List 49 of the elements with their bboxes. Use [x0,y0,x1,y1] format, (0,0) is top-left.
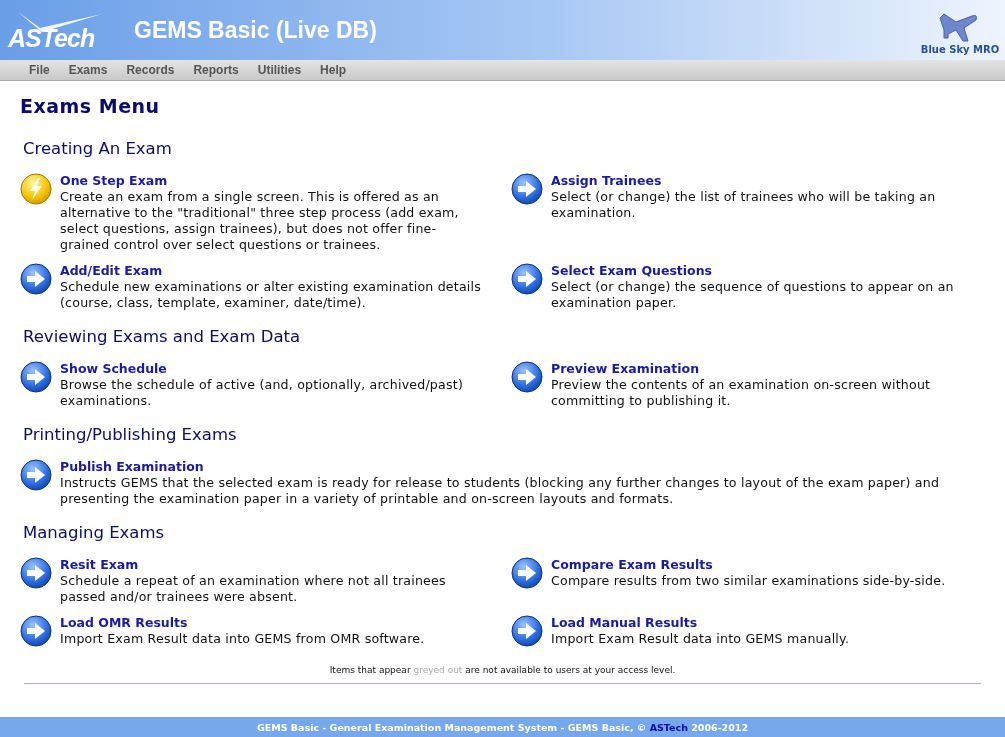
item-description: Preview the contents of an examination on-screen without committing to publishing it. [551,377,932,409]
arrow-right-icon[interactable] [511,263,543,295]
arrow-right-icon[interactable] [20,557,52,589]
arrow-right-icon[interactable] [511,615,543,647]
arrow-right-icon[interactable] [20,263,52,295]
item-description: Schedule a repeat of an examination where not all trainees passed and/or trainees were absent. [60,573,447,605]
arrow-right-icon[interactable] [20,615,52,647]
copyright-text: GEMS Basic - General Examination Management System - GEMS Basic, © ASTech 2006-2012 [256,721,749,733]
exam-link[interactable]: Add/Edit Exam [60,263,163,279]
item-description: Import Exam Result data into GEMS from OMR software. [60,631,426,647]
exam-link[interactable]: Load Manual Results [551,615,698,631]
exam-link[interactable]: Assign Trainees [551,173,662,189]
item-description: Import Exam Result data into GEMS manually. [551,631,851,647]
page-title: Exams Menu [20,95,161,117]
section-heading: Reviewing Exams and Exam Data [23,327,302,346]
item-description: Schedule new examinations or alter existing examination details (course, class, template, examiner, date/time). [60,279,483,311]
logo: ASTech [8,24,95,53]
arrow-right-icon[interactable] [511,361,543,393]
arrow-right-icon[interactable] [511,557,543,589]
section-heading: Creating An Exam [23,139,173,158]
item-description: Create an exam from a single screen. This is offered as an alternative to the "traditional" three step process (add exam, select questions, assign trainees), but does not offer fine-grained control over select questions or trainees. [60,189,460,253]
section-heading: Printing/Publishing Exams [23,425,238,444]
arrow-right-icon[interactable] [20,459,52,491]
exam-link[interactable]: Resit Exam [60,557,139,573]
menu-item[interactable]: Records [126,63,175,77]
arrow-right-icon[interactable] [20,361,52,393]
exam-link[interactable]: One Step Exam [60,173,168,189]
menu-item[interactable]: File [29,63,50,77]
exam-link[interactable]: Preview Examination [551,361,700,377]
lightning-icon [20,173,52,205]
menu-item[interactable]: Reports [193,63,239,77]
client-name: Blue Sky MRO [920,43,1000,55]
menu-item[interactable]: Exams [68,63,108,77]
item-description: Select (or change) the sequence of questions to appear on an examination paper. [551,279,955,311]
exam-link[interactable]: Compare Exam Results [551,557,713,573]
item-description: Instructs GEMS that the selected exam is ready for release to students (blocking any further changes to layout of the exam paper) and presenting the examination paper in a variety of printable and on-screen layouts and formats. [60,475,941,507]
access-note: Items that appear greyed out are not available to users at your access level. [328,665,677,675]
item-description: Browse the schedule of active (and, optionally, archived/past) examinations. [60,377,464,409]
exam-link[interactable]: Show Schedule [60,361,167,377]
exam-link[interactable]: Publish Examination [60,459,204,475]
item-description: Select (or change) the list of trainees who will be taking an examination. [551,189,937,221]
app-title: GEMS Basic (Live DB) [134,16,377,44]
exam-link[interactable]: Select Exam Questions [551,263,713,279]
exam-link[interactable]: Load OMR Results [60,615,188,631]
item-description: Compare results from two similar examinations side-by-side. [551,573,947,589]
section-heading: Managing Exams [23,523,166,542]
menu-item[interactable]: Utilities [257,63,302,77]
arrow-right-icon[interactable] [511,173,543,205]
menu-item[interactable]: Help [320,63,347,77]
